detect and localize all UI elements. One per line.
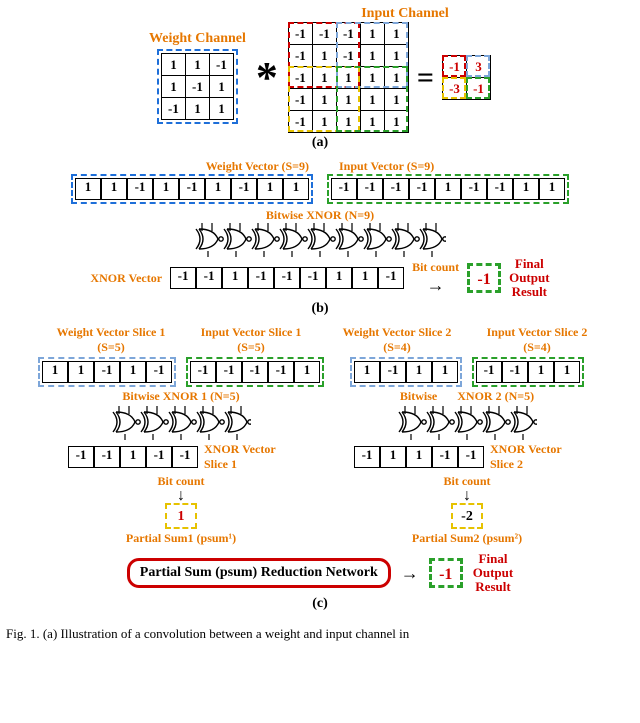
is2-label: Input Vector Slice 2 (S=4) [472,325,602,355]
weight-vector-b: 11-11-11-111 [75,178,309,200]
caption-c: (c) [312,596,328,612]
weight-matrix: 11-1 1-11 -111 [161,53,234,120]
result-box-c: -1 [429,558,463,588]
result-box-b: -1 [467,263,501,293]
input-vector-b: -1-1-1-11-1-111 [331,178,565,200]
result-cell-ltblue [466,55,490,77]
equals-sign: = [413,61,438,95]
result-cell-green [466,77,490,99]
xnor2-label: BitwiseXNOR 2 (N=5) [400,389,534,404]
result-matrix-wrap: -13 -3-1 [442,55,491,100]
result-cell-red [442,55,466,77]
xnor-vector-label-b: XNOR Vector [90,271,162,286]
figure-caption: Fig. 1. (a) Illustration of a convolutio… [6,626,634,642]
result-cell-yellow [442,77,466,99]
ws2-label: Weight Vector Slice 2 (S=4) [332,325,462,355]
input-vector-label: Input Vector (S=9) [339,159,434,174]
is1: -1-1-1-11 [190,361,320,383]
psum2-box: -2 [451,503,483,529]
psum2-label: Partial Sum2 (psum²) [412,531,522,546]
reduction-network-box: Partial Sum (psum) Reduction Network [127,558,391,588]
xnor-vec1: -1-11-1-1 [68,446,198,468]
ws1: 11-11-1 [42,361,172,383]
psum1-label: Partial Sum1 (psum¹) [126,531,236,546]
is2: -1-111 [476,361,580,383]
input-channel-label: Input Channel [361,6,449,22]
section-b: Weight Vector (S=9) Input Vector (S=9) 1… [6,159,634,325]
is1-label: Input Vector Slice 1 (S=5) [186,325,316,355]
input-matrix-wrap: -1-1-111 -11-111 -11111 -11111 -11111 [288,22,409,133]
weight-channel-label: Weight Channel [149,31,246,47]
xnor-vec2-label: XNOR Vector Slice 2 [490,442,580,472]
final-output-label-c: Final Output Result [473,552,513,594]
xnor1-label: Bitwise XNOR 1 (N=5) [122,389,239,404]
ws1-label: Weight Vector Slice 1 (S=5) [46,325,176,355]
bitcount-label-b: Bit count [412,260,459,275]
section-c: Weight Vector Slice 1 (S=5) Input Vector… [6,325,634,620]
window-overlay-green [336,66,408,132]
xnor-vector-b: -1-11-1-1-111-1 [170,267,404,289]
section-a: Input Channel Weight Channel 11-1 1-11 -… [6,6,634,159]
xnor-gate-icon [194,223,446,257]
xnor-vec2: -111-1-1 [354,446,484,468]
ws2: 1-111 [354,361,458,383]
caption-a: (a) [312,135,328,151]
psum1-box: 1 [165,503,197,529]
xnor-gates-c1 [111,406,251,440]
caption-b: (b) [311,301,328,317]
xnor-label-b: Bitwise XNOR (N=9) [266,208,374,223]
xnor-gates-b [194,223,446,257]
xnor-gates-c2 [397,406,537,440]
xnor-vec1-label: XNOR Vector Slice 1 [204,442,294,472]
weight-vector-label: Weight Vector (S=9) [206,159,309,174]
final-output-label-b: Final Output Result [509,257,549,299]
conv-op: * [250,52,284,103]
